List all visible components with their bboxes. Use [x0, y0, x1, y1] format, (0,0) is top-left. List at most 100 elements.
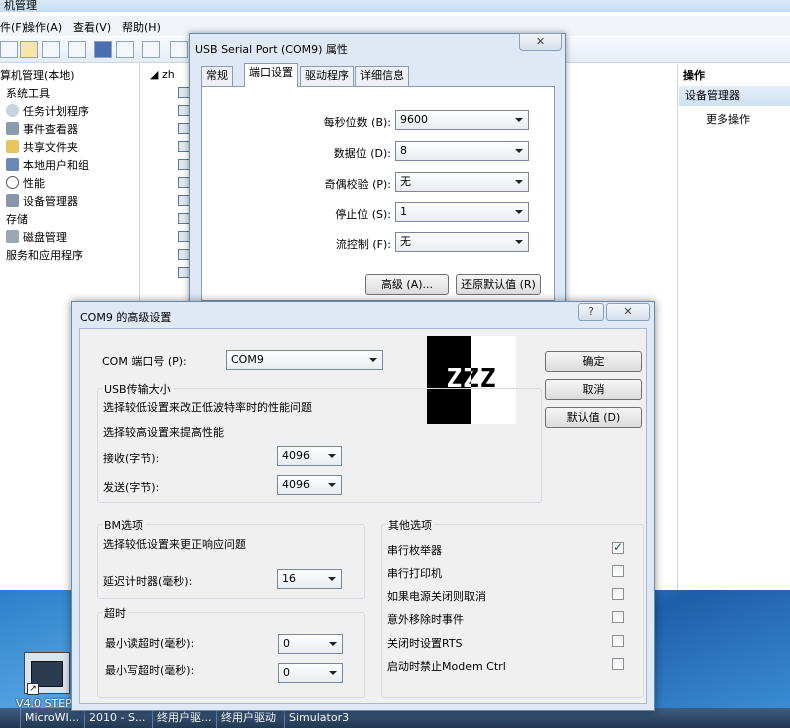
min-write-timeout-label: 最小写超时(毫秒):	[105, 664, 195, 677]
dropdown-arrow-icon	[328, 454, 336, 458]
ok-button[interactable]: 确定	[545, 351, 642, 372]
properties-title: USB Serial Port (COM9) 属性	[195, 43, 348, 56]
usb-transfer-hint-1: 选择较低设置来改正低波特率时的性能问题	[103, 401, 312, 414]
tab-details[interactable]: 详细信息	[355, 66, 409, 86]
users-icon	[6, 158, 19, 171]
tab-port-settings[interactable]: 端口设置	[244, 63, 298, 87]
actions-more[interactable]: 更多操作	[706, 111, 750, 127]
bm-options-title: BM选项	[102, 517, 146, 533]
tree-system-tools[interactable]: 系统工具	[6, 85, 50, 101]
tree-shared-folders[interactable]: 共享文件夹	[6, 139, 78, 155]
advanced-button[interactable]: 高级 (A)...	[365, 274, 449, 295]
actions-device-manager[interactable]: 设备管理器	[679, 86, 790, 106]
flow-control-select[interactable]: 无	[395, 232, 529, 252]
send-label: 发送(字节):	[103, 481, 160, 494]
dropdown-arrow-icon	[329, 671, 337, 675]
dropdown-arrow-icon	[369, 358, 377, 362]
performance-icon	[6, 176, 19, 189]
shortcut-arrow-icon: ↗	[27, 683, 39, 695]
dropdown-arrow-icon	[515, 149, 523, 153]
bm-options-hint: 选择较低设置来更正响应问题	[103, 538, 246, 551]
dropdown-arrow-icon	[515, 240, 523, 244]
step7-shortcut-icon[interactable]: ↗	[24, 652, 70, 695]
help-button-icon[interactable]: ?	[578, 303, 604, 321]
console-tree-icon[interactable]	[42, 41, 60, 58]
scan-hardware-icon[interactable]	[142, 41, 160, 58]
option-serial-printer-checkbox[interactable]	[612, 565, 624, 577]
option-disable-modem-ctrl-checkbox[interactable]	[612, 658, 624, 670]
restore-defaults-button[interactable]: 还原默认值 (R)	[456, 274, 541, 295]
tree-label: 磁盘管理	[23, 231, 67, 244]
com-port-select[interactable]: COM9	[226, 350, 383, 370]
dropdown-arrow-icon	[328, 483, 336, 487]
data-bits-select[interactable]: 8	[395, 141, 529, 161]
tab-driver[interactable]: 驱动程序	[300, 66, 354, 86]
bits-per-second-select[interactable]: 9600	[395, 110, 529, 130]
min-write-timeout-select[interactable]: 0	[278, 663, 343, 683]
option-serial-enumerator-checkbox[interactable]: ✓	[612, 540, 624, 554]
menu-file[interactable]: 件(F)	[0, 19, 26, 35]
folder-up-icon[interactable]	[20, 41, 38, 58]
advanced-close-icon[interactable]: ✕	[606, 303, 650, 321]
tree-storage[interactable]: 存储	[6, 211, 28, 227]
taskbar-item[interactable]: 2010 - S...	[84, 708, 148, 728]
tree-device-manager[interactable]: 设备管理器	[6, 193, 78, 209]
tree-label: 本地用户和组	[23, 159, 89, 172]
bits-per-second-label: 每秒位数 (B):	[323, 116, 391, 129]
taskbar-item[interactable]: 终用户驱动	[216, 708, 284, 728]
cancel-button[interactable]: 取消	[545, 379, 642, 400]
option-cancel-power-off-checkbox[interactable]	[612, 588, 624, 600]
taskbar-item[interactable]: Simulator3	[284, 708, 354, 728]
min-read-timeout-select[interactable]: 0	[278, 634, 343, 654]
menu-help[interactable]: 帮助(H)	[122, 19, 161, 35]
parity-select[interactable]: 无	[395, 172, 529, 192]
dropdown-arrow-icon	[515, 210, 523, 214]
dropdown-arrow-icon	[515, 118, 523, 122]
menu-view[interactable]: 查看(V)	[73, 19, 111, 35]
device-icon[interactable]	[170, 41, 188, 58]
latency-timer-select[interactable]: 16	[277, 569, 342, 589]
receive-select[interactable]: 4096	[277, 446, 342, 466]
option-serial-printer-label: 串行打印机	[387, 567, 442, 580]
min-read-timeout-label: 最小读超时(毫秒):	[105, 637, 195, 650]
event-viewer-icon	[6, 122, 19, 135]
option-serial-enumerator-label: 串行枚举器	[387, 544, 442, 557]
other-options-title: 其他选项	[386, 517, 434, 533]
main-title-bar: 机管理	[0, 0, 790, 12]
dropdown-arrow-icon	[515, 180, 523, 184]
tree-services-apps[interactable]: 服务和应用程序	[6, 247, 83, 263]
usb-transfer-hint-2: 选择较高设置来提高性能	[103, 426, 224, 439]
tree-event-viewer[interactable]: 事件查看器	[6, 121, 78, 137]
properties-icon[interactable]	[68, 41, 86, 58]
tab-general[interactable]: 常规	[201, 66, 233, 86]
latency-timer-label: 延迟计时器(毫秒):	[103, 575, 193, 588]
send-select[interactable]: 4096	[277, 475, 342, 495]
stop-bits-label: 停止位 (S):	[335, 208, 391, 221]
menu-action[interactable]: 操作(A)	[24, 19, 62, 35]
forward-icon[interactable]	[0, 41, 18, 58]
tree-disk-management[interactable]: 磁盘管理	[6, 229, 67, 245]
disk-icon	[6, 230, 19, 243]
stop-bits-select[interactable]: 1	[395, 202, 529, 222]
option-surprise-removal-checkbox[interactable]	[612, 611, 624, 623]
tree-label: 性能	[23, 177, 45, 190]
show-hide-icon[interactable]	[116, 41, 134, 58]
tree-performance[interactable]: 性能	[6, 175, 45, 191]
data-bits-label: 数据位 (D):	[333, 147, 391, 160]
tree-root[interactable]: 算机管理(本地)	[0, 67, 75, 83]
taskbar-item[interactable]: MicroWI...	[20, 708, 80, 728]
tree-label: 任务计划程序	[23, 105, 89, 118]
option-set-rts-checkbox[interactable]	[612, 635, 624, 647]
tree-local-users[interactable]: 本地用户和组	[6, 157, 89, 173]
actions-header: 操作	[683, 69, 705, 82]
tree-task-scheduler[interactable]: 任务计划程序	[6, 103, 89, 119]
properties-close-icon[interactable]: ✕	[519, 33, 562, 51]
defaults-button[interactable]: 默认值 (D)	[545, 407, 642, 428]
help-icon[interactable]	[94, 41, 112, 58]
timeouts-title: 超时	[102, 605, 128, 621]
taskbar-item[interactable]: 终用户驱...	[152, 708, 216, 728]
actions-pane	[677, 64, 790, 605]
option-set-rts-label: 关闭时设置RTS	[387, 637, 463, 650]
receive-label: 接收(字节):	[103, 452, 160, 465]
device-root-label[interactable]: ◢ zh	[150, 68, 175, 81]
